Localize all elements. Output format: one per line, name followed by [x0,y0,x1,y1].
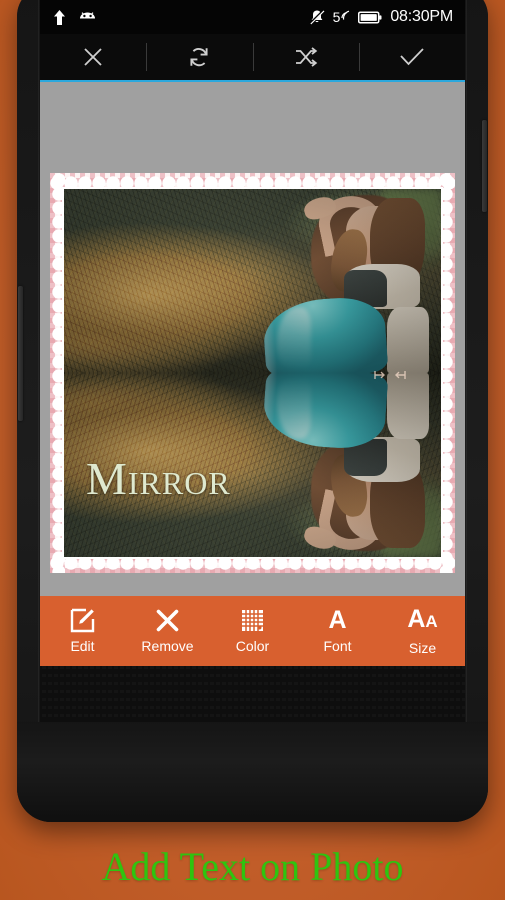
done-button[interactable] [358,34,465,80]
phone-bezel-right [466,0,467,822]
upload-arrow-icon [52,9,67,26]
status-bar-right: 5 08:30PM [308,8,453,26]
edit-button[interactable]: Edit [40,596,125,666]
color-label: Color [235,638,270,654]
close-x-icon [82,46,104,68]
photo-subject-mirror [226,373,437,557]
photo-subject [226,189,437,373]
phone-device: 5 08:30PM Mirror Edit Remove Color A Fon… [17,0,488,822]
photo-half-original [64,189,441,373]
edit-pencil-icon [70,608,95,633]
font-label: Font [323,638,352,654]
shuffle-button[interactable] [252,34,359,80]
color-grid-icon [240,608,265,633]
phone-chin [17,722,488,822]
phone-bezel-left [38,0,39,822]
power-button[interactable] [482,120,487,212]
text-resize-handle-icon[interactable] [373,368,407,379]
checkmark-icon [399,47,425,67]
remove-label: Remove [141,638,194,654]
phone-screen: 5 08:30PM Mirror [40,0,465,666]
close-x-icon [155,608,180,633]
close-button[interactable] [40,34,146,80]
status-bar-left [52,9,97,26]
page-caption: Add Text on Photo [101,844,404,889]
editor-canvas[interactable]: Mirror [40,82,465,664]
size-label: Size [408,639,437,656]
android-robot-icon [78,11,97,24]
text-tools-toolbar: Edit Remove Color A Font AA Size [40,596,465,666]
battery-icon [358,10,382,24]
size-button[interactable]: AA Size [380,596,465,666]
text-overlay[interactable]: Mirror [86,452,231,505]
color-button[interactable]: Color [210,596,295,666]
status-bar-clock: 08:30PM [390,8,453,25]
volume-button[interactable] [18,286,23,421]
text-size-icon: AA [407,604,438,633]
shuffle-icon [294,46,318,68]
photo-frame: Mirror [50,173,455,573]
edit-label: Edit [70,638,95,654]
status-bar: 5 08:30PM [40,0,465,34]
signal-strength-icon: 5 [333,10,351,25]
editor-top-toolbar [40,34,465,82]
remove-button[interactable]: Remove [125,596,210,666]
font-button[interactable]: A Font [295,596,380,666]
font-a-icon: A [328,606,347,634]
speaker-grille [40,666,465,722]
silent-mode-icon [308,9,325,25]
rotate-icon [187,45,211,69]
signal-value: 5 [332,8,341,25]
mirrored-photo[interactable]: Mirror [62,187,443,559]
rotate-button[interactable] [146,34,252,80]
